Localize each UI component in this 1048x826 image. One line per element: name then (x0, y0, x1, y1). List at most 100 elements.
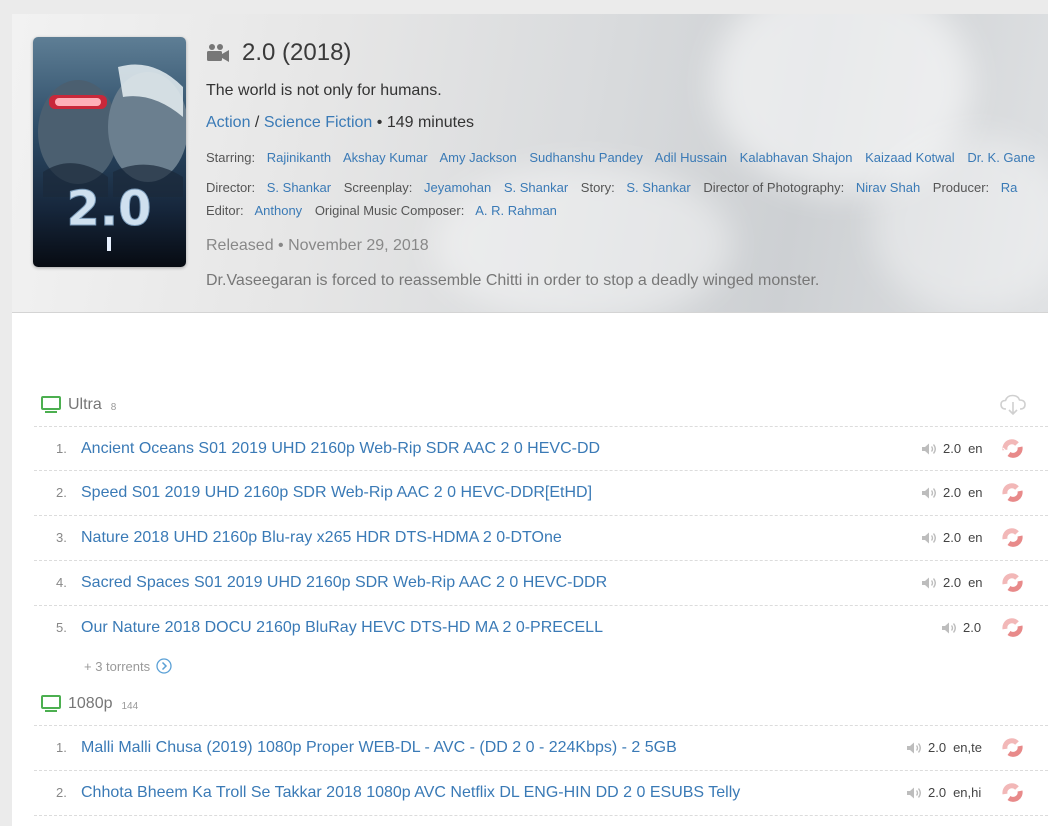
torrent-row: 2. Chhota Bheem Ka Troll Se Takkar 2018 … (34, 771, 1048, 815)
torrent-title-link[interactable]: Speed S01 2019 UHD 2160p SDR Web-Rip AAC… (81, 471, 592, 515)
torrent-title-link[interactable]: Chhota Bheem Ka Troll Se Takkar 2018 108… (81, 771, 740, 815)
cast-link[interactable]: Kalabhavan Shajon (740, 150, 853, 165)
audio-channels: 2.0 (928, 785, 947, 800)
editor-link[interactable]: Anthony (254, 203, 302, 218)
audio-channels: 2.0 (943, 575, 962, 590)
magnet-icon[interactable] (1000, 526, 1024, 550)
movie-title-row: 2.0 (2018) (206, 38, 351, 68)
more-torrents-label: + 3 torrents (84, 658, 151, 674)
genre-link-science-fiction[interactable]: Science Fiction (264, 114, 373, 131)
section-title: Ultra (68, 396, 102, 413)
movie-poster[interactable]: 2.0 (33, 37, 186, 267)
magnet-icon[interactable] (1000, 616, 1024, 640)
cloud-download-icon[interactable] (1000, 394, 1026, 416)
movie-runtime: • 149 minutes (376, 114, 474, 131)
torrent-row: 2. Speed S01 2019 UHD 2160p SDR Web-Rip … (34, 471, 1048, 515)
torrent-title-link[interactable]: Sacred Spaces S01 2019 UHD 2160p SDR Web… (81, 561, 607, 605)
speaker-icon (922, 443, 936, 455)
audio-channels: 2.0 (943, 485, 962, 500)
poster-artwork: 2.0 (38, 64, 186, 251)
release-date: Released • November 29, 2018 (206, 237, 429, 254)
screenplay-link[interactable]: Jeyamohan (424, 180, 491, 195)
audio-language: en (968, 485, 983, 500)
monitor-icon (41, 396, 61, 413)
director-link[interactable]: S. Shankar (267, 180, 331, 195)
composer-label: Original Music Composer: (314, 203, 465, 218)
magnet-icon[interactable] (1000, 481, 1024, 505)
more-torrents-link[interactable]: + 3 torrents (84, 656, 172, 676)
editor-label: Editor: (206, 203, 244, 218)
speaker-icon (907, 787, 921, 799)
speaker-icon (907, 742, 921, 754)
audio-info: 2.0 en (921, 471, 983, 515)
audio-info: 2.0 en (921, 516, 983, 560)
genre-link-action[interactable]: Action (206, 114, 250, 131)
section-count: 144 (121, 700, 139, 712)
chevron-right-circle-icon[interactable] (156, 658, 172, 674)
starring-label: Starring: (206, 150, 256, 165)
cast-link[interactable]: Dr. K. Gane (967, 150, 1035, 165)
row-number: 2. (56, 485, 67, 500)
row-number: 5. (56, 620, 67, 635)
row-number: 2. (56, 785, 67, 800)
dop-link[interactable]: Nirav Shah (856, 180, 920, 195)
audio-language: en (968, 441, 983, 456)
magnet-icon[interactable] (1000, 781, 1024, 805)
audio-channels: 2.0 (943, 441, 962, 456)
row-number: 4. (56, 575, 67, 590)
torrent-title-link[interactable]: Nature 2018 UHD 2160p Blu-ray x265 HDR D… (81, 516, 562, 560)
audio-language: en (968, 530, 983, 545)
row-number: 3. (56, 530, 67, 545)
row-number: 1. (56, 740, 67, 755)
audio-info: 2.0 en,hi (906, 771, 981, 815)
cast-link[interactable]: Amy Jackson (439, 150, 516, 165)
audio-language: en,te (953, 740, 982, 755)
audio-info: 2.0 en (921, 561, 983, 605)
magnet-icon[interactable] (1000, 437, 1024, 461)
starring-line: Starring: Rajinikanth Akshay Kumar Amy J… (206, 150, 1048, 165)
torrent-title-link[interactable]: Ancient Oceans S01 2019 UHD 2160p Web-Ri… (81, 427, 600, 471)
cast-link[interactable]: Sudhanshu Pandey (529, 150, 642, 165)
audio-info: 2.0 en,te (906, 726, 982, 770)
speaker-icon (942, 622, 956, 634)
torrent-row: 4. Sacred Spaces S01 2019 UHD 2160p SDR … (34, 561, 1048, 605)
section-count: 8 (110, 401, 117, 413)
audio-language: en,hi (953, 785, 982, 800)
audio-channels: 2.0 (928, 740, 947, 755)
torrent-title-link[interactable]: Our Nature 2018 DOCU 2160p BluRay HEVC D… (81, 606, 603, 650)
cast-link[interactable]: Akshay Kumar (343, 150, 428, 165)
cast-link[interactable]: Adil Hussain (655, 150, 727, 165)
movie-title: 2.0 (2018) (242, 39, 352, 66)
monitor-icon (41, 695, 61, 712)
crew-line: Director: S. Shankar Screenplay: Jeyamoh… (206, 180, 1048, 195)
cast-link[interactable]: Kaizaad Kotwal (865, 150, 955, 165)
cast-link[interactable]: Rajinikanth (267, 150, 331, 165)
magnet-icon[interactable] (1000, 571, 1024, 595)
producer-link[interactable]: Ra (1001, 180, 1018, 195)
torrent-row: 1. Ancient Oceans S01 2019 UHD 2160p Web… (34, 427, 1048, 471)
composer-link[interactable]: A. R. Rahman (475, 203, 557, 218)
magnet-icon[interactable] (1000, 736, 1024, 760)
poster-title-text: 2.0 (66, 181, 151, 237)
movie-overview: Dr.Vaseegaran is forced to reassemble Ch… (206, 272, 820, 289)
story-link[interactable]: S. Shankar (626, 180, 690, 195)
row-number: 1. (56, 441, 67, 456)
speaker-icon (922, 532, 936, 544)
screenplay-link[interactable]: S. Shankar (504, 180, 568, 195)
screenplay-label: Screenplay: (343, 180, 413, 195)
crew-line-2: Editor: Anthony Original Music Composer:… (206, 203, 1048, 218)
producer-label: Producer: (932, 180, 990, 195)
torrent-title-link[interactable]: Malli Malli Chusa (2019) 1080p Proper WE… (81, 726, 677, 770)
audio-language: en (968, 575, 983, 590)
speaker-icon (922, 577, 936, 589)
movie-tagline: The world is not only for humans. (206, 82, 442, 99)
video-camera-icon (207, 44, 229, 62)
section-header-ultra: Ultra 8 (41, 393, 116, 417)
audio-info: 2.0 en (921, 427, 983, 471)
audio-info: 2.0 (941, 606, 981, 650)
torrent-row: 1. Malli Malli Chusa (2019) 1080p Proper… (34, 726, 1048, 770)
speaker-icon (922, 487, 936, 499)
director-label: Director: (206, 180, 256, 195)
movie-genres: Action / Science Fiction • 149 minutes (206, 114, 474, 132)
audio-channels: 2.0 (963, 620, 982, 635)
